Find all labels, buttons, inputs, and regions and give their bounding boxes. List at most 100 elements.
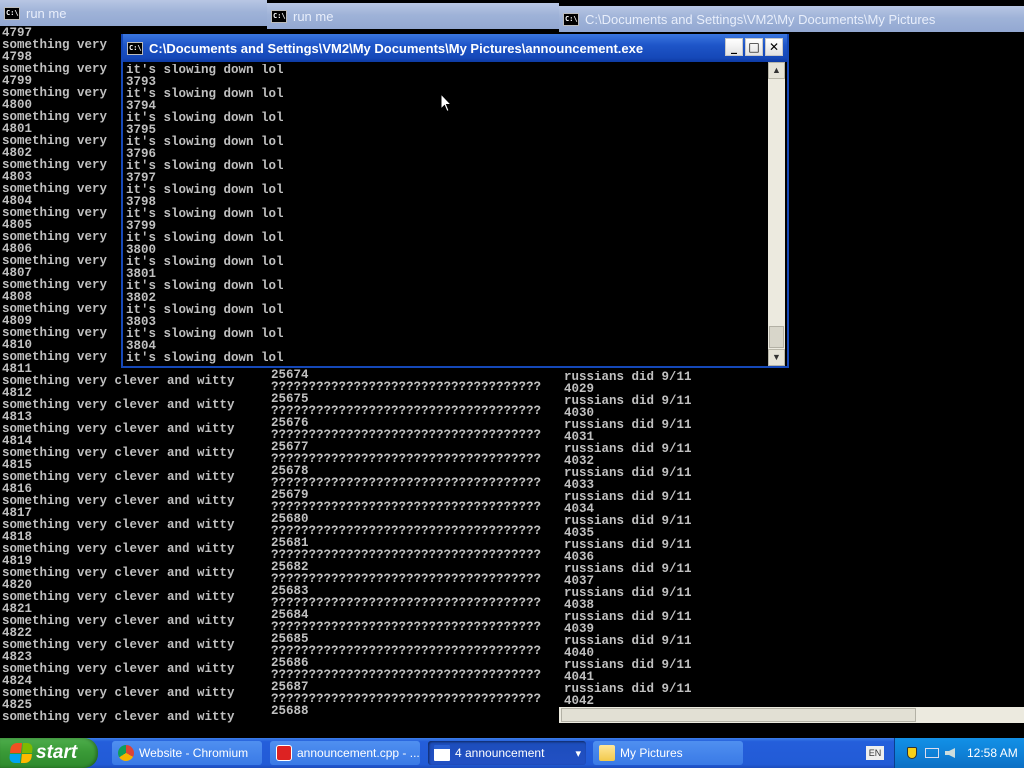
chromium-icon xyxy=(118,745,134,761)
console-icon: C:\ xyxy=(563,12,579,26)
console-line: russians did 9/11 xyxy=(564,514,692,528)
taskbar-item-label: My Pictures xyxy=(620,746,683,760)
console-icon: C:\ xyxy=(271,9,287,23)
console-line: something very clever and witty xyxy=(2,518,235,532)
console-line: something very clever and witty xyxy=(2,686,235,700)
console-line: russians did 9/11 xyxy=(564,466,692,480)
folder-icon xyxy=(599,745,615,761)
console-output: 25674???????????????????????????????????… xyxy=(271,369,557,738)
taskbar: start Website - Chromium announcement.cp… xyxy=(0,738,1024,768)
console-line: ???????????????????????????????????? xyxy=(271,692,542,706)
close-button[interactable]: ✕ xyxy=(765,38,783,56)
console-line: something very clever and witty xyxy=(2,590,235,604)
title-bar[interactable]: C:\ C:\Documents and Settings\VM2\My Doc… xyxy=(123,34,787,62)
console-line: something very clever and witty xyxy=(2,638,235,652)
scroll-down-arrow[interactable]: ▼ xyxy=(768,349,785,366)
console-line: something very clever and witty xyxy=(2,470,235,484)
network-icon[interactable] xyxy=(925,748,939,758)
console-line: something very clever and witty xyxy=(2,662,235,676)
console-line: ???????????????????????????????????? xyxy=(271,500,542,514)
console-line: russians did 9/11 xyxy=(564,371,692,384)
windows-logo-icon xyxy=(8,743,34,763)
clock[interactable]: 12:58 AM xyxy=(967,746,1018,760)
horizontal-scrollbar[interactable] xyxy=(559,707,1024,723)
taskbar-item-announcement-group[interactable]: 4 announcement ▾ xyxy=(428,741,586,765)
console-line: it's slowing down lol xyxy=(126,159,284,173)
console-line: ???????????????????????????????????? xyxy=(271,668,542,682)
console-line: ???????????????????????????????????? xyxy=(271,644,542,658)
mouse-cursor-icon xyxy=(440,93,452,113)
console-line: russians did 9/11 xyxy=(564,682,692,696)
window-title: C:\Documents and Settings\VM2\My Documen… xyxy=(585,11,936,27)
window-title: C:\Documents and Settings\VM2\My Documen… xyxy=(149,40,644,56)
console-line: russians did 9/11 xyxy=(564,418,692,432)
console-line: something very clever and witty xyxy=(2,542,235,556)
console-icon: C:\ xyxy=(127,41,143,55)
devcpp-icon xyxy=(276,745,292,761)
console-line: it's slowing down lol xyxy=(126,183,284,197)
console-group-icon xyxy=(434,745,450,761)
console-line: russians did 9/11 xyxy=(564,634,692,648)
console-output: russians did 9/11 4029 russians did 9/11 40… xyxy=(564,371,1019,716)
console-line: it's slowing down lol xyxy=(126,64,284,77)
console-line: it's slowing down lol xyxy=(126,207,284,221)
taskbar-item-my-pictures[interactable]: My Pictures xyxy=(593,741,743,765)
security-shield-icon[interactable] xyxy=(907,747,917,759)
console-line: something very clever and witty xyxy=(2,374,235,388)
console-line: it's slowing down lol xyxy=(126,351,284,365)
taskbar-item-label: 4 announcement xyxy=(455,746,545,760)
console-line: ???????????????????????????????????? xyxy=(271,548,542,562)
taskbar-item-label: announcement.cpp - ... xyxy=(297,746,420,760)
console-line: it's slowing down lol xyxy=(126,255,284,269)
console-line: something very clever and witty xyxy=(2,494,235,508)
console-line: it's slowing down lol xyxy=(126,303,284,317)
console-line: something very clever and witty xyxy=(2,422,235,436)
console-line: ???????????????????????????????????? xyxy=(271,380,542,394)
console-line: russians did 9/11 xyxy=(564,490,692,504)
title-bar[interactable]: C:\ run me xyxy=(267,3,559,29)
console-line: it's slowing down lol xyxy=(126,111,284,125)
language-indicator[interactable]: EN xyxy=(866,746,884,760)
system-tray: 12:58 AM xyxy=(894,738,1024,768)
scroll-up-arrow[interactable]: ▲ xyxy=(768,62,785,79)
console-line: russians did 9/11 xyxy=(564,538,692,552)
start-button[interactable]: start xyxy=(0,738,98,768)
console-line: ???????????????????????????????????? xyxy=(271,452,542,466)
taskbar-item-announcement-cpp[interactable]: announcement.cpp - ... xyxy=(270,741,420,765)
console-line: 4042 xyxy=(564,694,595,708)
title-bar[interactable]: C:\ C:\Documents and Settings\VM2\My Doc… xyxy=(559,6,1024,32)
console-line: russians did 9/11 xyxy=(564,586,692,600)
window-title: run me xyxy=(293,8,334,24)
vertical-scrollbar[interactable]: ▲ ▼ xyxy=(768,62,785,366)
console-line: russians did 9/11 xyxy=(564,562,692,576)
console-line: it's slowing down lol xyxy=(126,135,284,149)
console-line: russians did 9/11 xyxy=(564,658,692,672)
volume-icon[interactable] xyxy=(945,748,955,758)
console-line: something very clever and witty xyxy=(2,710,235,724)
taskbar-item-chromium[interactable]: Website - Chromium xyxy=(112,741,262,765)
console-line: russians did 9/11 xyxy=(564,394,692,408)
console-line: something very clever and witty xyxy=(2,446,235,460)
console-line: something very clever and witty xyxy=(2,566,235,580)
minimize-button[interactable]: _ xyxy=(725,38,743,56)
scrollbar-thumb[interactable] xyxy=(769,326,784,348)
console-line: ???????????????????????????????????? xyxy=(271,572,542,586)
console-line: something very clever and witty xyxy=(2,614,235,628)
start-label: start xyxy=(36,742,78,763)
console-line: ???????????????????????????????????? xyxy=(271,620,542,634)
console-line: it's slowing down lol xyxy=(126,279,284,293)
maximize-button[interactable]: □ xyxy=(745,38,763,56)
scrollbar-thumb[interactable] xyxy=(561,708,916,722)
console-window-announcement[interactable]: C:\ C:\Documents and Settings\VM2\My Doc… xyxy=(121,34,789,368)
window-title: run me xyxy=(26,5,67,21)
console-line: ???????????????????????????????????? xyxy=(271,524,542,538)
chevron-down-icon: ▾ xyxy=(575,747,581,760)
console-line: 25688 xyxy=(271,704,309,718)
console-line: something very clever and witty xyxy=(2,398,235,412)
console-line: ???????????????????????????????????? xyxy=(271,428,542,442)
console-line: russians did 9/11 xyxy=(564,442,692,456)
title-bar[interactable]: C:\ run me xyxy=(0,0,267,26)
console-line: ???????????????????????????????????? xyxy=(271,596,542,610)
console-icon: C:\ xyxy=(4,6,20,20)
console-line: it's slowing down lol xyxy=(126,327,284,341)
